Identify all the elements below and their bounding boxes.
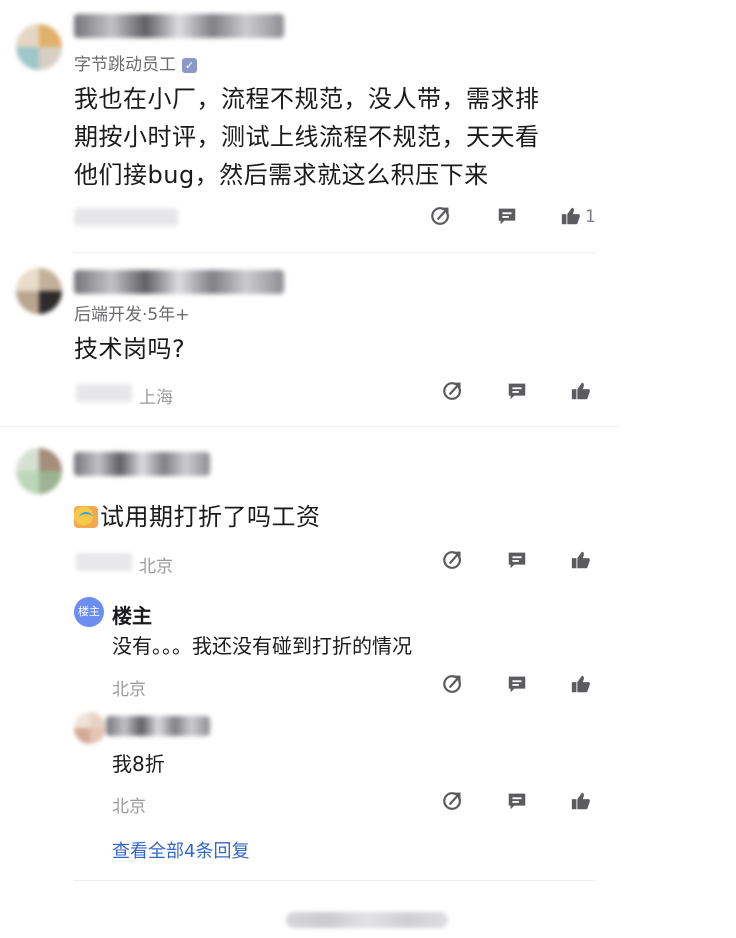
comment-actions: [442, 549, 612, 575]
comment-text: 试用期打折了吗工资: [74, 498, 321, 536]
like-count: 1: [585, 207, 596, 227]
comment-icon[interactable]: [506, 380, 532, 406]
avatar[interactable]: [16, 448, 62, 494]
crying-emoji-icon: [74, 506, 98, 528]
share-icon[interactable]: [442, 549, 468, 575]
reply-actions: [442, 790, 612, 816]
location: 上海: [139, 388, 173, 408]
comment-text-line: 我也在小厂，流程不规范，没人带，需求排: [74, 85, 540, 113]
comment-text: 技术岗吗?: [74, 330, 185, 368]
thumbs-up-icon[interactable]: [570, 380, 596, 406]
comment-text-line: 试用期打折了吗工资: [100, 503, 321, 531]
verified-icon: ✓: [182, 58, 197, 73]
comment-icon[interactable]: [496, 205, 522, 231]
comment-text-line: 期按小时评，测试上线流程不规范，天天看: [74, 123, 540, 151]
avatar[interactable]: [16, 24, 62, 70]
reply-text: 我8折: [112, 752, 165, 776]
avatar[interactable]: [16, 268, 62, 314]
thumbs-up-icon[interactable]: 1: [560, 205, 596, 231]
username-blurred[interactable]: [106, 716, 210, 736]
location: 北京: [112, 680, 146, 700]
comment-icon[interactable]: [506, 549, 532, 575]
thumbs-up-icon[interactable]: [570, 549, 596, 575]
user-subtitle-text: 字节跳动员工: [74, 55, 176, 75]
timestamp-blurred: [76, 553, 132, 571]
footer-blurred: [286, 912, 448, 928]
comment-icon[interactable]: [506, 673, 532, 699]
comment-text-line: 技术岗吗?: [74, 335, 186, 363]
username-blurred[interactable]: [74, 14, 284, 38]
thumbs-up-icon[interactable]: [570, 673, 596, 699]
share-icon[interactable]: [430, 205, 456, 231]
comment-icon[interactable]: [506, 790, 532, 816]
location: 北京: [139, 557, 173, 577]
comment-text: 我也在小厂，流程不规范，没人带，需求排 期按小时评，测试上线流程不规范，天天看 …: [74, 80, 540, 194]
view-all-replies-link[interactable]: 查看全部4条回复: [112, 837, 249, 863]
divider: [0, 426, 620, 427]
username-blurred[interactable]: [74, 452, 210, 476]
thumbs-up-icon[interactable]: [570, 790, 596, 816]
comment-actions: [442, 380, 612, 406]
location: 北京: [112, 797, 146, 817]
timestamp-blurred: [76, 384, 132, 402]
op-badge: 楼主: [74, 597, 104, 627]
share-icon[interactable]: [442, 380, 468, 406]
timestamp-blurred: [74, 208, 178, 226]
comment-actions: 1: [430, 205, 610, 231]
reply-text: 没有。。。我还没有碰到打折的情况: [112, 634, 412, 658]
reply-actions: [442, 673, 612, 699]
comment-text-line: 他们接bug，然后需求就这么积压下来: [74, 161, 489, 189]
share-icon[interactable]: [442, 790, 468, 816]
divider: [74, 880, 596, 881]
divider: [74, 252, 596, 253]
reply-username[interactable]: 楼主: [112, 600, 152, 629]
user-subtitle: 后端开发·5年+: [74, 305, 190, 325]
username-blurred[interactable]: [74, 270, 284, 294]
user-subtitle: 字节跳动员工 ✓: [74, 50, 197, 75]
share-icon[interactable]: [442, 673, 468, 699]
avatar[interactable]: [74, 712, 106, 744]
